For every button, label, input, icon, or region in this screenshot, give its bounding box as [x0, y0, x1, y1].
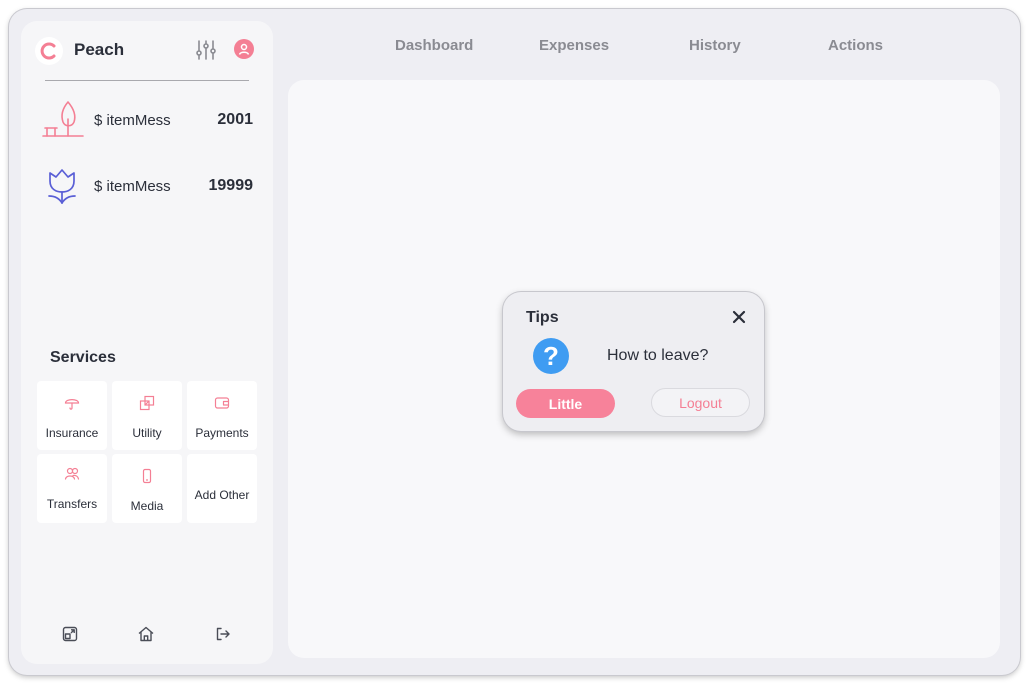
tips-dialog: Tips ? How to leave? Little Logout — [503, 292, 764, 431]
tab-history[interactable]: History — [689, 37, 741, 54]
service-utility[interactable]: Utility — [112, 381, 182, 450]
service-add-other[interactable]: Add Other — [187, 454, 257, 523]
service-label: Add Other — [194, 488, 250, 502]
umbrella-icon — [64, 395, 80, 411]
tab-expenses[interactable]: Expenses — [539, 37, 609, 54]
logout-button[interactable]: Logout — [651, 388, 750, 417]
service-label: Media — [130, 499, 164, 513]
user-icon[interactable] — [234, 39, 254, 59]
sliders-icon[interactable] — [194, 38, 218, 62]
dialog-message: How to leave? — [607, 347, 709, 364]
sidebar: Peach $ itemMess 2001 $ itemMess 19999 S… — [21, 21, 273, 664]
list-item[interactable]: $ itemMess 19999 — [41, 165, 253, 209]
users-icon — [64, 466, 80, 482]
home-icon[interactable] — [137, 625, 155, 643]
service-label: Insurance — [45, 426, 99, 440]
service-transfers[interactable]: Transfers — [37, 454, 107, 523]
phone-icon — [139, 468, 155, 484]
item-label: $ itemMess — [94, 178, 171, 195]
logout-icon[interactable] — [214, 625, 232, 643]
item-value: 2001 — [217, 111, 253, 128]
service-payments[interactable]: Payments — [187, 381, 257, 450]
tree-bench-icon — [41, 99, 85, 143]
service-label: Utility — [132, 426, 162, 440]
service-label: Transfers — [46, 497, 98, 511]
grid-icon — [139, 395, 155, 411]
services-title: Services — [50, 349, 116, 366]
service-insurance[interactable]: Insurance — [37, 381, 107, 450]
divider — [45, 80, 249, 81]
tulip-icon — [41, 165, 85, 209]
brand-name: Peach — [74, 40, 125, 59]
brand: Peach — [35, 35, 265, 75]
item-value: 19999 — [208, 177, 254, 194]
wallet-icon — [214, 395, 230, 411]
expand-icon[interactable] — [61, 625, 79, 643]
list-item[interactable]: $ itemMess 2001 — [41, 99, 253, 143]
tab-dashboard[interactable]: Dashboard — [395, 37, 473, 54]
little-button[interactable]: Little — [516, 389, 615, 418]
dialog-title: Tips — [526, 309, 559, 326]
service-label: Payments — [195, 426, 249, 440]
service-media[interactable]: Media — [112, 454, 182, 523]
item-label: $ itemMess — [94, 112, 171, 129]
close-icon[interactable] — [729, 307, 749, 327]
tab-actions[interactable]: Actions — [828, 37, 883, 54]
peach-c-logo-icon — [35, 37, 63, 65]
question-icon: ? — [533, 338, 569, 374]
